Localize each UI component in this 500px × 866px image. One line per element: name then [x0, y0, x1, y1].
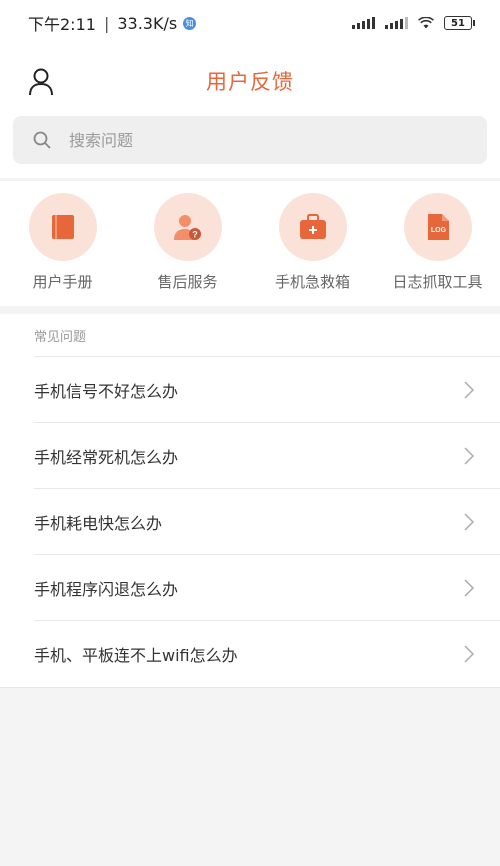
top-section: 下午2:11 | 33.3K/s 知 51 用户反馈 搜索问题 [0, 0, 500, 178]
status-time: 下午2:11 [28, 15, 96, 34]
tool-icon-circle: LOG [403, 193, 472, 261]
wifi-icon [418, 17, 434, 29]
tool-label: 用户手册 [32, 273, 93, 291]
tool-label: 售后服务 [157, 273, 218, 291]
status-left: 下午2:11 | 33.3K/s 知 [28, 11, 197, 35]
search-input[interactable] [69, 130, 429, 150]
search-icon [33, 131, 51, 149]
book-icon [51, 215, 74, 239]
notification-dot-icon: 知 [183, 16, 197, 30]
faq-title: 常见问题 [34, 329, 87, 345]
status-bar: 下午2:11 | 33.3K/s 知 51 [0, 0, 500, 46]
faq-item[interactable]: 手机耗电快怎么办 [34, 488, 500, 554]
faq-section: 常见问题 手机信号不好怎么办 手机经常死机怎么办 手机耗电快怎么办 手机程序闪退… [0, 314, 500, 687]
chevron-right-icon [464, 644, 474, 663]
page-title: 用户反馈 [206, 70, 294, 94]
tool-user-manual[interactable]: 用户手册 [0, 181, 125, 306]
tool-label: 日志抓取工具 [392, 273, 483, 291]
user-icon[interactable] [28, 68, 54, 96]
svg-text:?: ? [192, 230, 198, 240]
signal-icon [352, 17, 375, 29]
svg-text:LOG: LOG [430, 227, 446, 234]
support-person-icon: ? [173, 215, 201, 240]
status-separator: | [103, 13, 110, 33]
tool-icon-circle: ? [153, 193, 222, 261]
battery-level: 51 [451, 17, 465, 29]
faq-item[interactable]: 手机经常死机怎么办 [34, 422, 500, 488]
faq-item[interactable]: 手机、平板连不上wifi怎么办 [34, 620, 500, 686]
faq-item-label: 手机程序闪退怎么办 [34, 579, 179, 599]
chevron-right-icon [464, 578, 474, 597]
first-aid-kit-icon [299, 214, 326, 239]
chevron-right-icon [464, 380, 474, 399]
status-right: 51 [352, 16, 475, 30]
faq-item-label: 手机、平板连不上wifi怎么办 [34, 645, 238, 665]
battery-icon: 51 [444, 16, 475, 30]
search-bar[interactable] [13, 116, 487, 164]
faq-item-label: 手机信号不好怎么办 [34, 381, 179, 401]
faq-item-label: 手机耗电快怎么办 [34, 513, 163, 533]
tool-log-capture[interactable]: LOG 日志抓取工具 [375, 181, 500, 306]
tool-icon-circle [278, 193, 347, 261]
section-divider [0, 687, 500, 688]
faq-item[interactable]: 手机程序闪退怎么办 [34, 554, 500, 620]
status-speed: 33.3K/s [117, 13, 178, 33]
faq-item[interactable]: 手机信号不好怎么办 [34, 356, 500, 422]
faq-item-label: 手机经常死机怎么办 [34, 447, 179, 467]
log-file-icon: LOG [427, 214, 449, 240]
chevron-right-icon [464, 512, 474, 531]
tool-after-sales[interactable]: ? 售后服务 [125, 181, 250, 306]
header: 用户反馈 [0, 46, 500, 116]
tool-label: 手机急救箱 [274, 273, 350, 291]
tool-first-aid[interactable]: 手机急救箱 [250, 181, 375, 306]
signal-icon-2 [385, 17, 408, 29]
tool-icon-circle [28, 193, 97, 261]
tool-grid: 用户手册 ? 售后服务 手机急救箱 LOG 日志抓取工具 [0, 180, 500, 306]
chevron-right-icon [464, 446, 474, 465]
